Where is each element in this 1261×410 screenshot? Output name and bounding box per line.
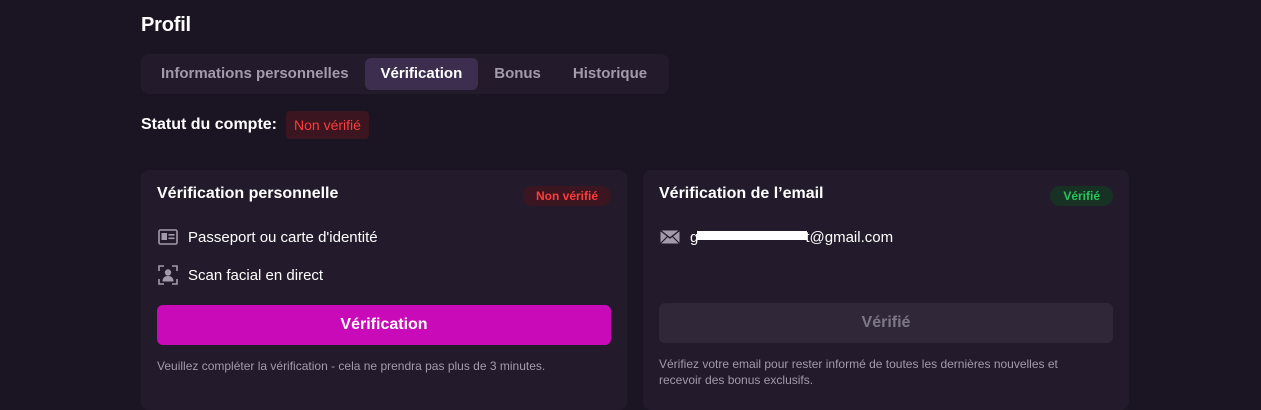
personal-verification-helper: Veuillez compléter la vérification - cel… <box>157 359 546 373</box>
email-verification-status-badge: Vérifié <box>1050 186 1113 206</box>
start-verification-button[interactable]: Vérification <box>157 305 611 345</box>
tab-bonus[interactable]: Bonus <box>478 58 557 90</box>
email-address: g t@gmail.com <box>690 229 893 246</box>
email-verification-helper-line-1: Vérifiez votre email pour rester informé… <box>659 357 1058 371</box>
email-verified-button: Vérifié <box>659 303 1113 343</box>
account-status-label: Statut du compte: <box>141 116 277 133</box>
id-card-icon <box>157 227 179 247</box>
tab-informations-personnelles[interactable]: Informations personnelles <box>145 58 365 90</box>
email-redaction <box>697 230 808 240</box>
profile-tabs: Informations personnelles Vérification B… <box>141 54 669 94</box>
feature-id-document: Passeport ou carte d'identité <box>157 227 378 247</box>
email-verification-title: Vérification de l’email <box>659 185 824 202</box>
email-suffix: t@gmail.com <box>805 228 894 246</box>
account-status-row: Statut du compte: Non vérifié <box>141 111 369 139</box>
page-title: Profil <box>141 14 191 36</box>
email-verification-card: Vérification de l’email Vérifié g t@gmail… <box>643 170 1129 410</box>
account-status-badge: Non vérifié <box>286 111 369 139</box>
personal-verification-card: Vérification personnelle Non vérifié Pas… <box>141 170 627 410</box>
feature-face-scan-label: Scan facial en direct <box>188 266 324 284</box>
personal-verification-title: Vérification personnelle <box>157 185 339 202</box>
envelope-icon <box>659 227 681 247</box>
face-scan-icon <box>157 265 179 285</box>
tab-historique[interactable]: Historique <box>557 58 663 90</box>
personal-verification-status-badge: Non vérifié <box>522 186 611 206</box>
feature-id-document-label: Passeport ou carte d'identité <box>188 228 378 246</box>
feature-face-scan: Scan facial en direct <box>157 265 323 285</box>
tab-verification[interactable]: Vérification <box>364 58 479 90</box>
email-verification-helper-line-2: recevoir des bonus exclusifs. <box>659 373 814 387</box>
email-address-row: g t@gmail.com <box>659 227 893 247</box>
